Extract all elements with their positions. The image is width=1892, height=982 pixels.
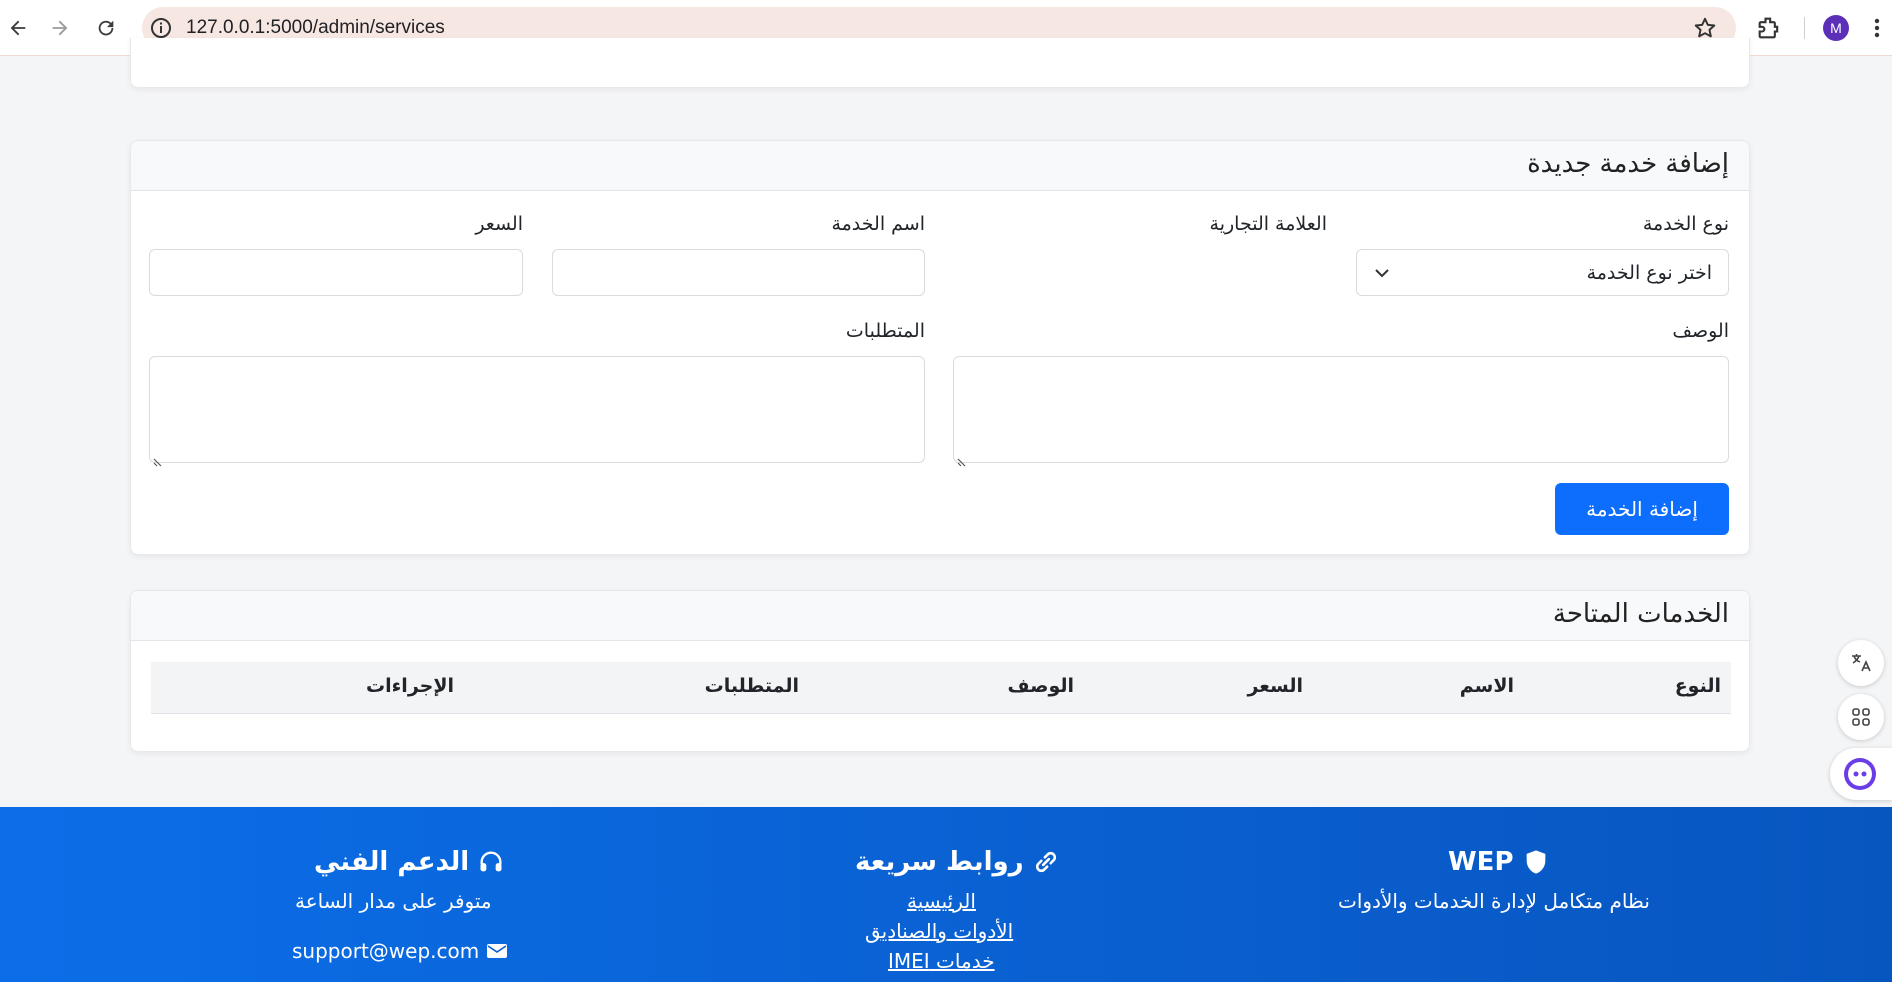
- footer-links-heading: روابط سريعة: [855, 847, 1060, 877]
- footer-support-email-row[interactable]: support@wep.com: [292, 939, 508, 963]
- link-icon: [1035, 851, 1056, 873]
- toolbar-divider: [1804, 17, 1805, 39]
- services-list-header: الخدمات المتاحة: [131, 591, 1749, 641]
- footer-brand-tagline: نظام متكامل لإدارة الخدمات والأدوات: [1338, 889, 1650, 913]
- description-label: الوصف: [1672, 320, 1729, 342]
- reload-icon[interactable]: [92, 14, 120, 42]
- headset-icon: [480, 851, 502, 872]
- translate-icon[interactable]: [1838, 640, 1884, 686]
- service-name-input[interactable]: [552, 249, 925, 296]
- footer-support-title: الدعم الفني: [314, 847, 470, 877]
- column-header-price: السعر: [1247, 675, 1303, 697]
- price-input[interactable]: [149, 249, 523, 296]
- shield-icon: [1526, 850, 1545, 874]
- add-service-button[interactable]: إضافة الخدمة: [1555, 483, 1729, 535]
- previous-card: [130, 38, 1750, 88]
- envelope-icon: [487, 944, 508, 958]
- requirements-label: المتطلبات: [845, 320, 925, 342]
- brand-label: العلامة التجارية: [1209, 213, 1327, 235]
- back-icon[interactable]: [4, 14, 32, 42]
- service-type-selected: اختر نوع الخدمة: [1586, 262, 1712, 284]
- site-info-icon[interactable]: [149, 16, 173, 40]
- column-header-name: الاسم: [1459, 675, 1514, 697]
- extensions-icon[interactable]: [1755, 14, 1783, 42]
- assistant-face-icon: [1844, 758, 1876, 790]
- browser-menu-icon[interactable]: [1870, 14, 1884, 42]
- resize-grip-icon[interactable]: [957, 452, 967, 467]
- price-label: السعر: [475, 213, 523, 235]
- footer-link-tools[interactable]: الأدوات والصناديق: [865, 919, 1013, 943]
- add-service-title: إضافة خدمة جديدة: [1527, 149, 1729, 179]
- column-header-actions: الإجراءات: [365, 675, 454, 697]
- assistant-tab[interactable]: [1830, 748, 1892, 800]
- forward-icon[interactable]: [46, 14, 74, 42]
- service-type-label: نوع الخدمة: [1642, 213, 1729, 235]
- services-list-card: الخدمات المتاحة النوع الاسم السعر الوصف …: [130, 590, 1750, 752]
- requirements-textarea[interactable]: [149, 356, 925, 463]
- footer-link-home[interactable]: الرئيسية: [907, 889, 976, 913]
- service-type-select[interactable]: اختر نوع الخدمة: [1356, 249, 1729, 296]
- services-list-title: الخدمات المتاحة: [1552, 599, 1729, 629]
- description-textarea[interactable]: [953, 356, 1729, 463]
- chevron-down-icon: [1373, 264, 1391, 282]
- footer-support-heading: الدعم الفني: [314, 847, 505, 877]
- footer-links-title: روابط سريعة: [855, 847, 1024, 877]
- footer-brand-heading: WEP: [1448, 847, 1550, 877]
- services-table-header: النوع الاسم السعر الوصف المتطلبات الإجرا…: [151, 662, 1731, 714]
- profile-avatar[interactable]: M: [1823, 15, 1849, 41]
- column-header-type: النوع: [1674, 675, 1721, 697]
- site-footer: WEP نظام متكامل لإدارة الخدمات والأدوات …: [0, 807, 1892, 982]
- column-header-requirements: المتطلبات: [704, 675, 799, 697]
- resize-grip-icon[interactable]: [153, 452, 163, 467]
- add-service-header: إضافة خدمة جديدة: [131, 141, 1749, 191]
- footer-link-imei[interactable]: خدمات IMEI: [888, 949, 995, 973]
- apps-grid-icon[interactable]: [1838, 694, 1884, 740]
- service-name-label: اسم الخدمة: [831, 213, 925, 235]
- footer-brand-title: WEP: [1448, 847, 1514, 877]
- add-service-card: إضافة خدمة جديدة نوع الخدمة العلامة التج…: [130, 140, 1750, 555]
- column-header-description: الوصف: [1007, 675, 1074, 697]
- url-text: 127.0.0.1:5000/admin/services: [186, 17, 445, 38]
- footer-support-availability: متوفر على مدار الساعة: [295, 889, 492, 913]
- footer-support-email[interactable]: support@wep.com: [292, 939, 479, 963]
